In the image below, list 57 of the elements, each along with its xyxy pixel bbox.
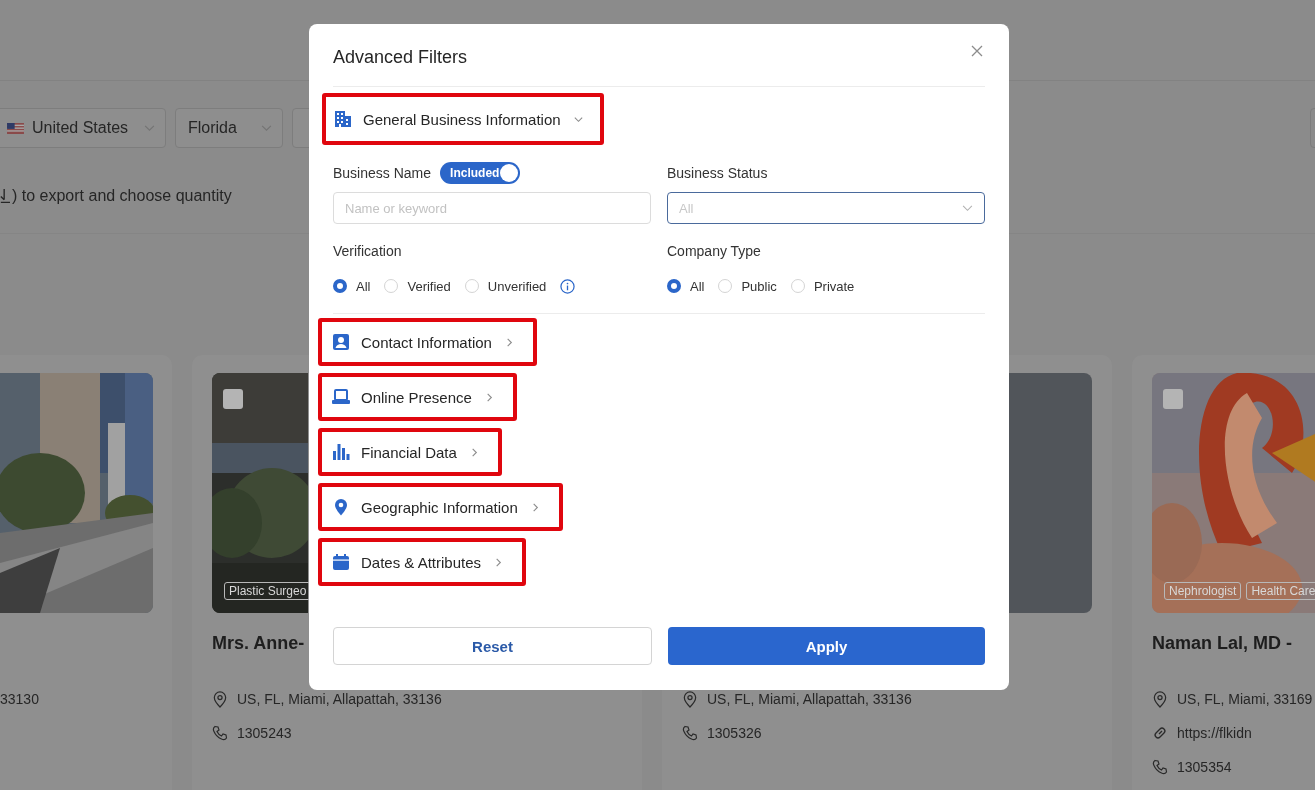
radio-option[interactable]: Unverified — [464, 278, 547, 294]
phone-icon — [212, 725, 228, 741]
section-header[interactable]: Contact Information — [318, 318, 537, 366]
address-text: 33130 — [0, 690, 39, 709]
building-icon — [334, 110, 352, 128]
radio-option[interactable]: All — [333, 278, 371, 294]
category-tag: Health Care — [1246, 582, 1315, 600]
calendar-icon — [332, 553, 350, 571]
location-pin-icon — [1152, 690, 1168, 708]
field-label: Verification — [333, 243, 402, 259]
reset-button[interactable]: Reset — [333, 627, 652, 665]
business-name: Naman Lal, MD - — [1152, 632, 1293, 655]
close-icon[interactable] — [971, 45, 983, 57]
website-link[interactable]: https://flkidn — [1177, 723, 1252, 743]
chevron-down-icon — [261, 124, 272, 132]
info-icon[interactable] — [560, 278, 576, 294]
filter-dropdown[interactable]: United States — [0, 108, 166, 148]
export-hint: ) to export and choose quantity — [12, 187, 232, 205]
address-text: US, FL, Miami, 33169 — [1177, 690, 1313, 709]
phone-number: 1305326 — [707, 724, 762, 743]
section-header[interactable]: Online Presence — [318, 373, 517, 421]
category-tag: Nephrologist — [1164, 582, 1242, 600]
address-text: US, FL, Miami, Allapattah, 33136 — [707, 690, 912, 709]
radio-option[interactable]: All — [667, 278, 705, 294]
section-header[interactable]: Financial Data — [318, 428, 502, 476]
location-pin-icon — [682, 690, 698, 708]
laptop-icon — [332, 388, 350, 406]
contact-card-icon — [332, 333, 350, 351]
field-label: Business Name — [333, 165, 432, 181]
radio-option[interactable]: Public — [718, 278, 777, 294]
checkbox[interactable] — [1163, 389, 1183, 409]
section-header[interactable]: Dates & Attributes — [318, 538, 527, 586]
chevron-down-icon — [144, 124, 155, 132]
dialog-title: Advanced Filters — [333, 46, 468, 68]
business-name: Mrs. Anne- — [212, 632, 305, 655]
download-icon — [0, 187, 10, 205]
radio-option[interactable]: Verified — [384, 278, 451, 294]
section-header[interactable]: Geographic Information — [318, 483, 563, 531]
field-label: Company Type — [667, 243, 761, 259]
phone-number: 1305243 — [237, 724, 292, 743]
included-toggle[interactable]: Included — [440, 162, 521, 184]
location-pin-icon — [332, 498, 350, 516]
phone-icon — [1152, 759, 1168, 775]
link-icon — [1152, 725, 1168, 741]
apply-button[interactable]: Apply — [668, 627, 985, 665]
chevron-down-icon — [962, 204, 973, 212]
checkbox[interactable] — [223, 389, 243, 409]
address-text: US, FL, Miami, Allapattah, 33136 — [237, 690, 442, 709]
radio-option[interactable]: Private — [790, 278, 855, 294]
section-header[interactable]: General Business Information — [322, 93, 604, 145]
bar-chart-icon — [332, 443, 350, 461]
filter-dropdown[interactable]: Florida — [175, 108, 283, 148]
location-pin-icon — [212, 690, 228, 708]
name-input-field[interactable]: Name or keyword — [333, 192, 651, 224]
phone-number: 1305354 — [1177, 758, 1232, 777]
phone-icon — [682, 725, 698, 741]
field-label: Business Status — [667, 165, 768, 181]
